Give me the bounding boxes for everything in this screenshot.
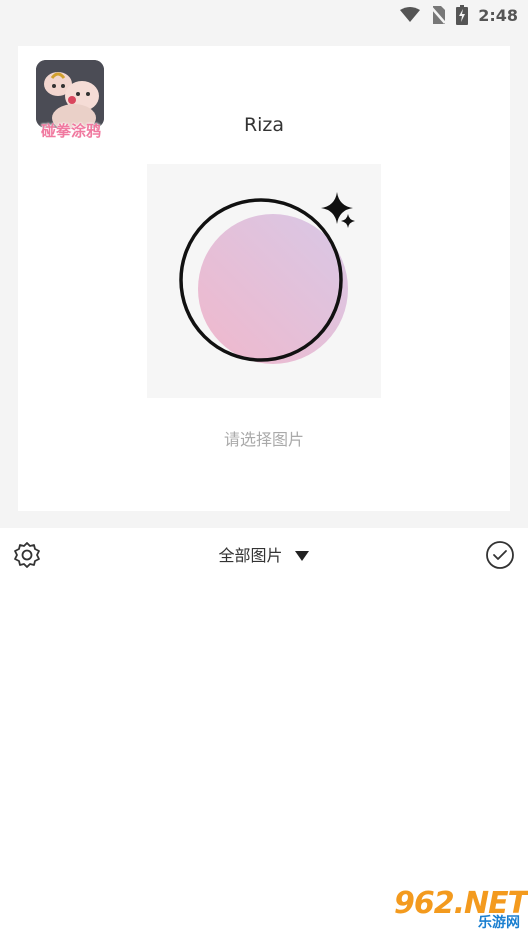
status-bar: 2:48 <box>0 0 528 30</box>
username: Riza <box>243 114 285 136</box>
image-preview[interactable] <box>147 164 381 398</box>
confirm-button[interactable] <box>485 540 515 570</box>
watermark: 962.NET 乐游网 <box>388 886 528 934</box>
battery-charging-icon <box>456 5 469 25</box>
profile-card: 碰拳涂鸦 Riza 请选择图片 <box>18 46 510 511</box>
album-dropdown-label: 全部图片 <box>218 546 283 565</box>
caret-down-icon <box>294 547 310 566</box>
profile-area: 碰拳涂鸦 Riza 请选择图片 <box>0 30 528 528</box>
status-time: 2:48 <box>478 5 518 25</box>
placeholder-illustration <box>179 192 355 364</box>
wifi-icon <box>400 7 421 22</box>
album-dropdown[interactable]: 全部图片 <box>0 542 528 566</box>
status-icons: 2:48 <box>400 4 518 26</box>
no-sim-icon <box>430 6 447 24</box>
select-image-hint: 请选择图片 <box>223 430 304 449</box>
check-circle-icon <box>486 541 514 569</box>
bottom-toolbar: 全部图片 <box>0 528 528 582</box>
watermark-sub: 乐游网 <box>478 915 520 931</box>
